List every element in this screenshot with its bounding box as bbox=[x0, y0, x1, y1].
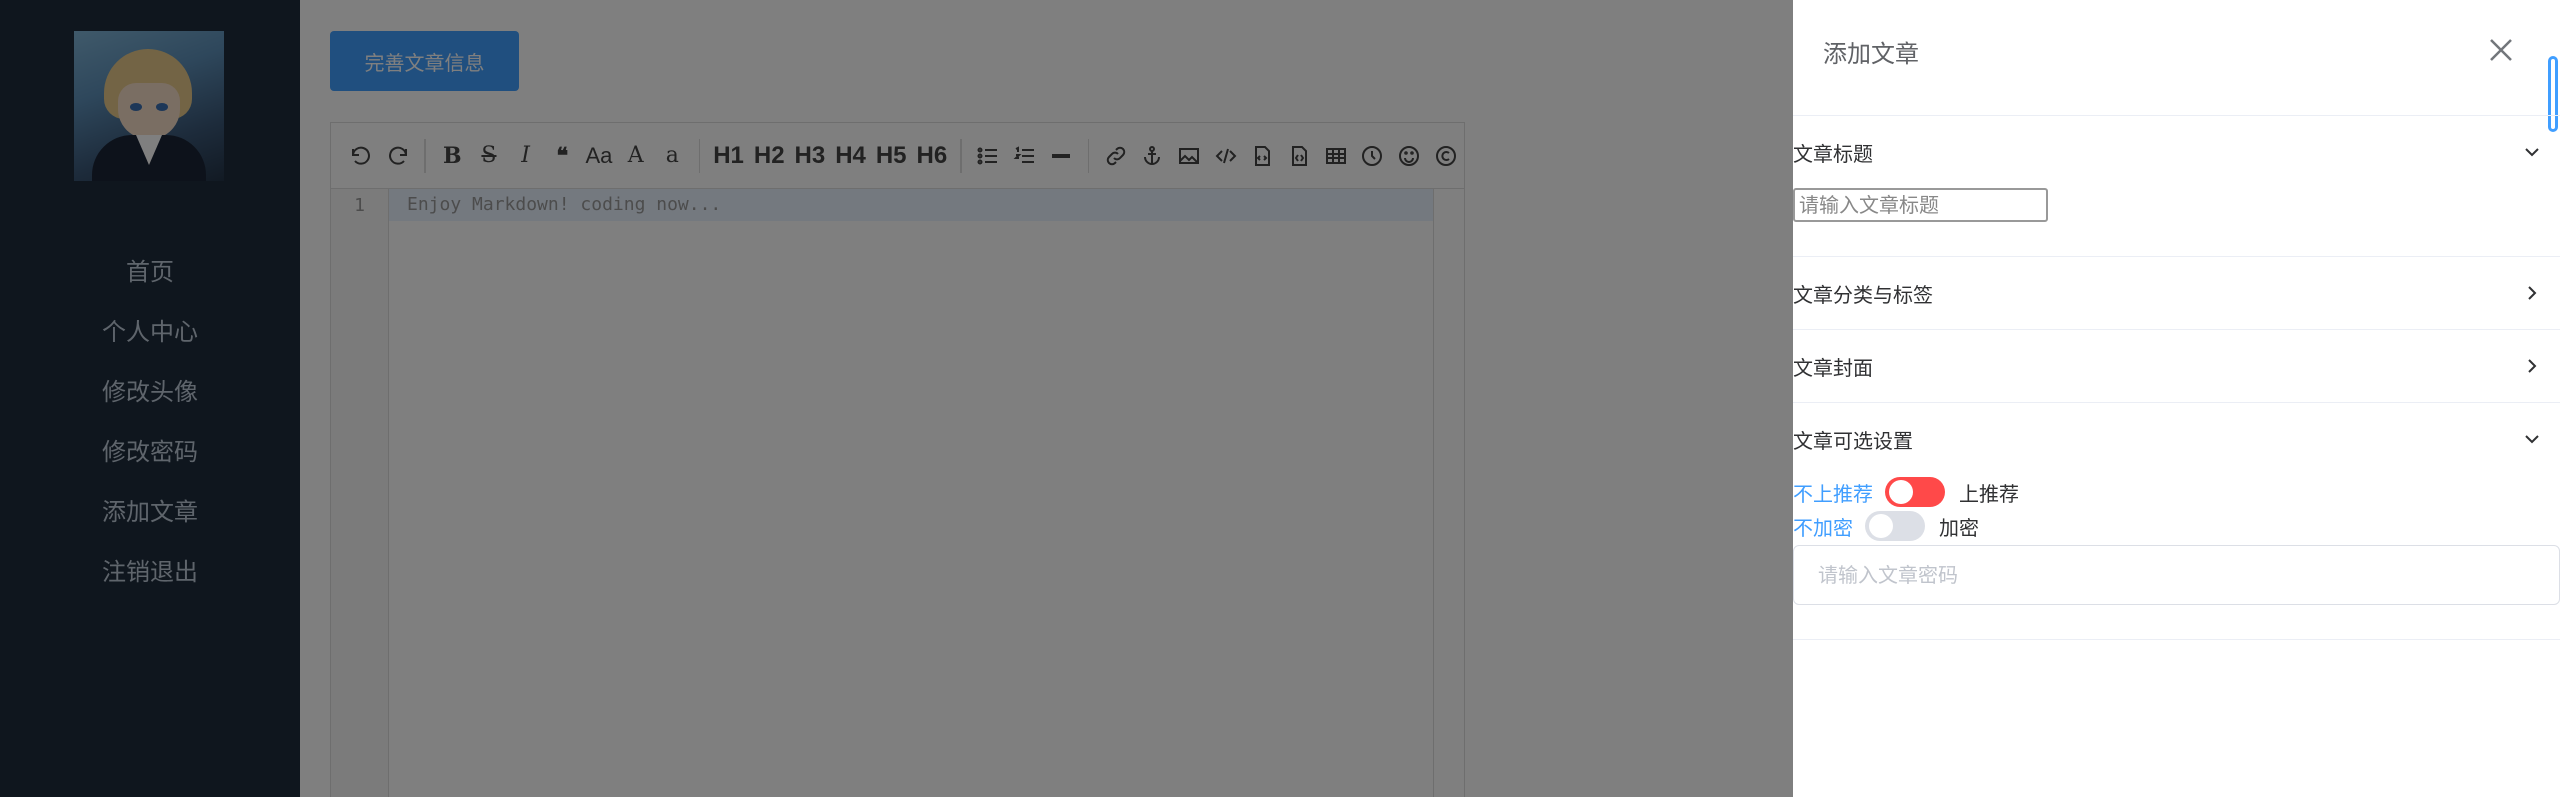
collapse-header-title[interactable]: 文章标题 bbox=[1793, 116, 2560, 188]
collapse-item-title: 文章标题 请输入文章标题 bbox=[1793, 116, 2560, 257]
drawer-overlay[interactable] bbox=[0, 0, 1793, 797]
add-article-drawer: 添加文章 文章标题 请输入文章标题 文章分类与标签 文章封面 文章可选设置 不上… bbox=[1793, 0, 2560, 797]
collapse-header-cover[interactable]: 文章封面 bbox=[1793, 330, 2560, 402]
collapse-item-cover: 文章封面 bbox=[1793, 330, 2560, 403]
close-icon[interactable] bbox=[2483, 32, 2519, 68]
encrypt-on-label: 加密 bbox=[1939, 515, 1979, 540]
collapse-header-label: 文章标题 bbox=[1793, 141, 1873, 166]
collapse-body-options: 不上推荐 上推荐 不加密 加密 请输入文章密码 bbox=[1793, 475, 2560, 639]
drawer-header: 添加文章 bbox=[1793, 0, 2560, 100]
encrypt-off-label: 不加密 bbox=[1793, 515, 1853, 540]
collapse-header-category[interactable]: 文章分类与标签 bbox=[1793, 257, 2560, 329]
collapse-item-options: 文章可选设置 不上推荐 上推荐 不加密 加密 请输入文章密码 bbox=[1793, 403, 2560, 640]
collapse-header-label: 文章分类与标签 bbox=[1793, 282, 1933, 307]
encrypt-switch[interactable] bbox=[1865, 511, 1925, 541]
chevron-right-icon bbox=[2520, 281, 2544, 305]
chevron-right-icon bbox=[2520, 354, 2544, 378]
switch-knob bbox=[1869, 514, 1893, 538]
collapse-body-title: 请输入文章标题 bbox=[1793, 188, 2560, 256]
encrypt-switch-row: 不加密 加密 bbox=[1793, 509, 2560, 543]
article-title-input[interactable]: 请输入文章标题 bbox=[1793, 188, 2048, 222]
recommend-on-label: 上推荐 bbox=[1959, 481, 2019, 506]
chevron-down-icon bbox=[2520, 140, 2544, 164]
chevron-down-icon bbox=[2520, 427, 2544, 451]
collapse-header-options[interactable]: 文章可选设置 bbox=[1793, 403, 2560, 475]
collapse-header-label: 文章可选设置 bbox=[1793, 428, 1913, 453]
article-password-input[interactable]: 请输入文章密码 bbox=[1793, 545, 2560, 605]
collapse-item-category: 文章分类与标签 bbox=[1793, 257, 2560, 330]
drawer-title: 添加文章 bbox=[1823, 40, 1919, 68]
collapse-header-label: 文章封面 bbox=[1793, 355, 1873, 380]
recommend-off-label: 不上推荐 bbox=[1793, 481, 1873, 506]
recommend-switch[interactable] bbox=[1885, 477, 1945, 507]
switch-knob bbox=[1889, 480, 1913, 504]
recommend-switch-row: 不上推荐 上推荐 bbox=[1793, 475, 2560, 509]
article-settings-collapse: 文章标题 请输入文章标题 文章分类与标签 文章封面 文章可选设置 不上推荐 上推… bbox=[1793, 115, 2560, 640]
